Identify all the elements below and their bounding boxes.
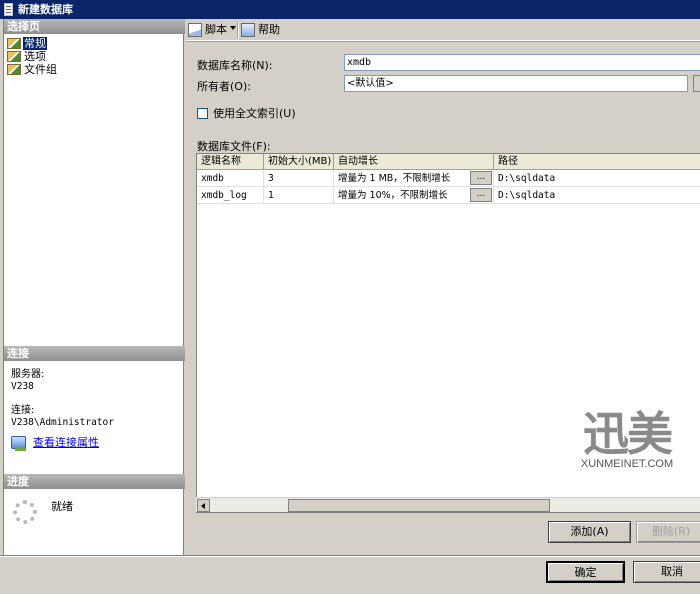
cell-logical-name[interactable]: xmdb_log (197, 187, 264, 204)
ok-button[interactable]: 确定 (546, 561, 625, 583)
window-icon (4, 3, 13, 16)
select-page-header: 选择页 (4, 19, 185, 34)
connection-value: V238\Administrator (11, 417, 114, 428)
db-name-input[interactable]: xmdb (344, 54, 700, 71)
column-header-path[interactable]: 路径 (494, 154, 700, 170)
watermark-text: XUNMEINET.COM (580, 458, 674, 470)
server-value: V238 (11, 381, 34, 392)
fulltext-checkbox[interactable] (197, 108, 208, 119)
scrollbar-thumb[interactable] (288, 499, 550, 512)
cell-logical-name[interactable]: xmdb (197, 170, 264, 187)
remove-file-button[interactable]: 删除(R) (636, 521, 700, 543)
nav-item-filegroups[interactable]: 文件组 (6, 63, 58, 76)
nav-item-label: 选项 (24, 50, 46, 63)
autogrowth-browse-button[interactable]: ... (470, 188, 492, 202)
connection-label: 连接: (11, 405, 35, 416)
help-label: 帮助 (258, 23, 280, 36)
column-header-initial-size[interactable]: 初始大小(MB) (264, 154, 334, 170)
owner-label: 所有者(O): (197, 80, 251, 93)
view-connection-link[interactable]: 查看连接属性 (33, 436, 99, 449)
cancel-button[interactable]: 取消 (633, 561, 700, 583)
view-connection-properties[interactable]: 查看连接属性 (11, 436, 99, 451)
column-header-autogrowth[interactable]: 自动增长 (334, 154, 494, 170)
column-header-logical-name[interactable]: 逻辑名称 (197, 154, 264, 170)
cell-path[interactable]: D:\sqldata (494, 187, 700, 204)
connection-header: 连接 (4, 346, 185, 361)
owner-browse-button[interactable] (693, 75, 700, 92)
script-label: 脚本 (205, 23, 227, 36)
window-title: 新建数据库 (18, 3, 73, 16)
autogrowth-browse-button[interactable]: ... (470, 171, 492, 185)
nav-item-options[interactable]: 选项 (6, 50, 47, 63)
help-button[interactable]: 帮助 (241, 22, 280, 38)
script-button[interactable]: 脚本 (188, 22, 227, 38)
table-row[interactable]: xmdb_log 1 增量为 10%，不限制增长 ... D:\sqldata (197, 187, 700, 204)
nav-item-general[interactable]: 常规 (6, 37, 47, 50)
page-icon (7, 38, 21, 49)
connection-info: 服务器: V238 连接: V238\Administrator (11, 369, 183, 429)
progress-header: 进度 (4, 474, 185, 489)
page-icon (7, 64, 21, 75)
grid-header: 逻辑名称 初始大小(MB) 自动增长 路径 (197, 154, 700, 170)
script-icon (188, 23, 202, 37)
connection-properties-icon (11, 436, 26, 451)
progress-spinner-icon (13, 500, 37, 524)
nav-item-label: 常规 (23, 37, 47, 50)
horizontal-scrollbar[interactable] (196, 497, 700, 512)
cell-initial-size[interactable]: 1 (264, 187, 334, 204)
watermark: 迅美 XUNMEINET.COM (577, 410, 677, 470)
watermark-logo: 迅美 (583, 407, 673, 461)
chevron-down-icon[interactable] (230, 26, 236, 30)
toolbar: 脚本 帮助 (186, 19, 700, 41)
toolbar-separator (237, 22, 238, 38)
cell-path[interactable]: D:\sqldata (494, 170, 700, 187)
owner-input[interactable]: <默认值> (344, 75, 688, 92)
right-pane: 脚本 帮助 数据库名称(N): xmdb 所有者(O): <默认值> 使用全文索… (186, 19, 700, 555)
db-name-label: 数据库名称(N): (197, 59, 273, 72)
help-icon (241, 23, 255, 37)
cell-initial-size[interactable]: 3 (264, 170, 334, 187)
table-row[interactable]: xmdb 3 增量为 1 MB，不限制增长 ... D:\sqldata (197, 170, 700, 187)
left-pane: 选择页 常规 选项 文件组 连接 服务器: V238 连接: V238\Admi… (3, 19, 185, 555)
add-file-button[interactable]: 添加(A) (548, 521, 631, 543)
fulltext-label: 使用全文索引(U) (213, 107, 296, 120)
title-bar: 新建数据库 (0, 0, 700, 19)
nav-item-label: 文件组 (24, 63, 57, 76)
progress-status: 就绪 (51, 500, 73, 513)
fulltext-checkbox-row[interactable]: 使用全文索引(U) (197, 107, 296, 121)
page-icon (7, 51, 21, 62)
scroll-left-arrow-icon[interactable] (197, 499, 210, 512)
server-label: 服务器: (11, 369, 45, 380)
db-files-label: 数据库文件(F): (197, 140, 271, 153)
